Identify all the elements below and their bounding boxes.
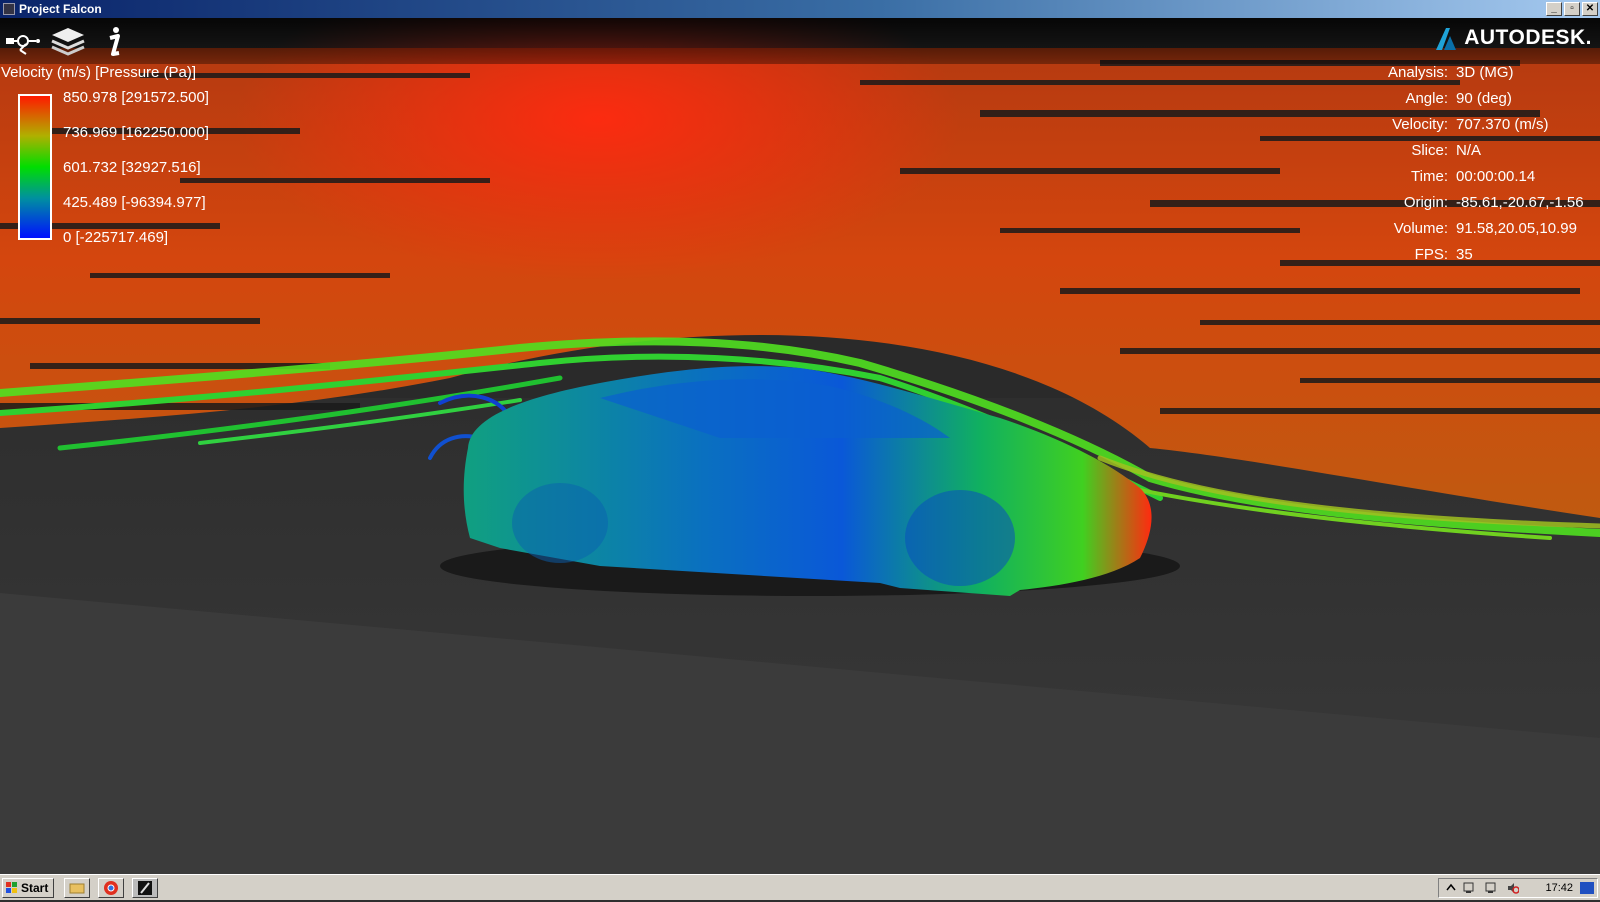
info-key-angle: Angle: xyxy=(1405,90,1448,107)
taskbar: Start 17:42 xyxy=(0,874,1600,900)
info-key-fps: FPS: xyxy=(1414,246,1448,263)
info-value-fps: 35 xyxy=(1456,246,1473,263)
layers-icon[interactable] xyxy=(50,24,86,58)
close-icon[interactable]: ✕ xyxy=(1582,2,1598,16)
info-key-time: Time: xyxy=(1411,168,1448,185)
chrome-icon[interactable] xyxy=(98,878,124,898)
info-key-volume: Volume: xyxy=(1393,220,1448,237)
simulation-viewport[interactable]: AUTODESK. Velocity (m/s) [Pressure (Pa)]… xyxy=(0,18,1600,874)
info-key-velocity: Velocity: xyxy=(1392,116,1448,133)
legend-label-mid: 601.732 [32927.516] xyxy=(63,159,201,176)
folder-icon[interactable] xyxy=(64,878,90,898)
car-wheel-rear xyxy=(905,490,1015,586)
info-value-slice: N/A xyxy=(1456,142,1482,159)
info-value-time: 00:00:00.14 xyxy=(1456,168,1536,185)
falcon-app-icon[interactable] xyxy=(132,878,158,898)
settings-sliders-icon[interactable] xyxy=(4,24,40,58)
show-desktop-icon[interactable] xyxy=(1580,882,1594,894)
start-button[interactable]: Start xyxy=(2,878,54,898)
info-icon[interactable] xyxy=(96,24,132,58)
legend-label-high: 736.969 [162250.000] xyxy=(63,124,209,141)
info-value-analysis: 3D (MG) xyxy=(1456,64,1514,81)
legend-label-min: 0 [-225717.469] xyxy=(63,229,169,246)
windows-flag-icon xyxy=(6,882,17,893)
brand-name: AUTODESK. xyxy=(1464,26,1592,49)
legend-title: Velocity (m/s) [Pressure (Pa)] xyxy=(1,64,197,81)
autodesk-logo: AUTODESK. xyxy=(1434,26,1592,50)
volume-muted-icon[interactable] xyxy=(1507,882,1519,894)
legend-colorbar xyxy=(18,94,52,240)
info-key-origin: Origin: xyxy=(1403,194,1448,211)
viewer-toolbar: AUTODESK. xyxy=(0,18,1600,64)
start-label: Start xyxy=(21,881,49,895)
title-bar: Project Falcon _ ▫ ✕ xyxy=(0,0,1600,18)
car-wheel-front xyxy=(512,483,608,563)
system-tray: 17:42 xyxy=(1438,878,1598,898)
window-title: Project Falcon xyxy=(19,2,102,16)
clock: 17:42 xyxy=(1545,882,1573,894)
chevron-up-icon[interactable] xyxy=(1445,882,1457,894)
minimize-icon[interactable]: _ xyxy=(1546,2,1562,16)
legend-label-low: 425.489 [-96394.977] xyxy=(63,194,206,211)
autodesk-logo-icon xyxy=(1436,28,1457,50)
info-value-origin: -85.61,-20.67,-1.56 xyxy=(1456,194,1584,211)
window-controls: _ ▫ ✕ xyxy=(1546,2,1598,16)
network-icon[interactable] xyxy=(1463,882,1475,894)
info-value-volume: 91.58,20.05,10.99 xyxy=(1456,220,1577,237)
app-icon xyxy=(3,3,15,15)
info-key-analysis: Analysis: xyxy=(1387,64,1448,81)
info-value-velocity: 707.370 (m/s) xyxy=(1456,116,1549,133)
restore-icon[interactable]: ▫ xyxy=(1564,2,1580,16)
legend-label-max: 850.978 [291572.500] xyxy=(63,89,209,106)
network-icon-2[interactable] xyxy=(1485,882,1497,894)
info-value-angle: 90 (deg) xyxy=(1456,90,1512,107)
info-key-slice: Slice: xyxy=(1411,142,1448,159)
